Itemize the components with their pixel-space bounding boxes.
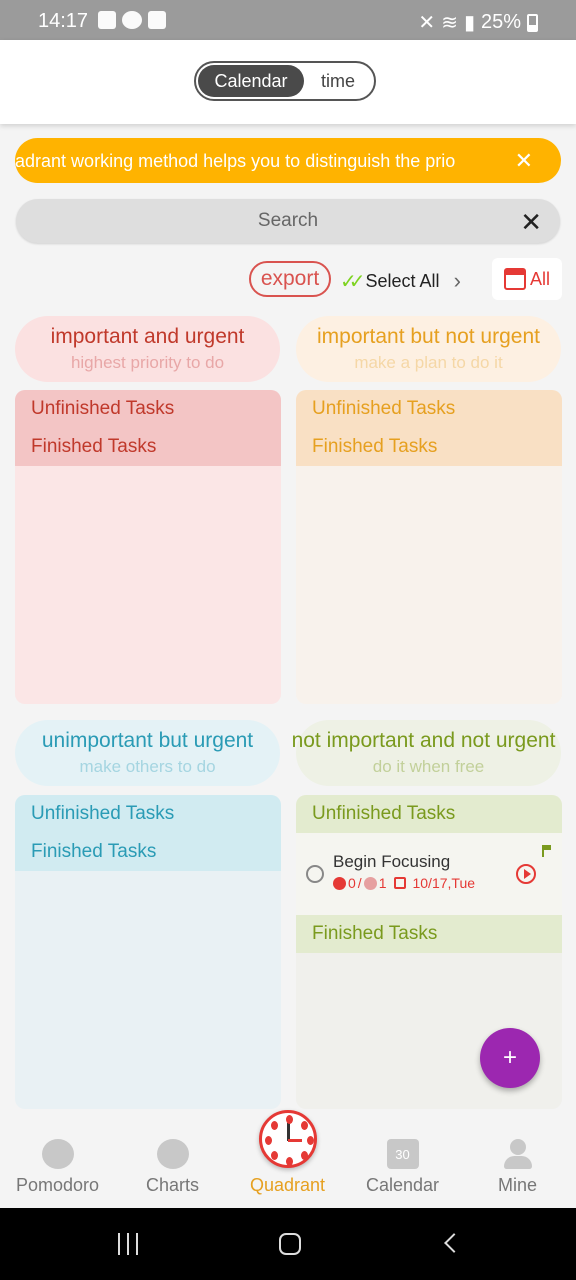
tab-calendar[interactable]: 30 Calendar	[345, 1109, 460, 1208]
quadrant-subtitle: highest priority to do	[70, 353, 225, 372]
double-check-icon: ✓✓	[340, 270, 365, 293]
quadrant-body-unimportant-urgent[interactable]: Unfinished Tasks Finished Tasks	[15, 795, 281, 1109]
quadrant-header-important-not-urgent: important but not urgent make a plan to …	[296, 316, 561, 382]
signal-icon: ▮	[463, 12, 475, 34]
notification-icons	[98, 11, 166, 29]
calendar-icon: 30	[386, 1139, 419, 1169]
date-filter-button[interactable]: All	[492, 258, 562, 300]
tomato-outline-icon	[363, 876, 377, 890]
mute-icon: ✕	[418, 12, 436, 34]
check-icon	[148, 11, 166, 29]
clock-icon[interactable]	[259, 1110, 317, 1168]
home-icon[interactable]	[279, 1233, 301, 1255]
date-filter-label: All	[529, 268, 550, 289]
tomato-icon	[41, 1139, 74, 1169]
tab-label: Calendar	[365, 1175, 440, 1195]
search-input[interactable]	[16, 199, 560, 243]
quadrant-header-important-urgent: important and urgent highest priority to…	[15, 316, 280, 382]
segment-time[interactable]: time	[304, 65, 372, 97]
chevron-right-icon: ›	[453, 268, 461, 293]
status-right: ✕ ≋ ▮ 25%	[418, 10, 538, 35]
select-all-button[interactable]: ✓✓ Select All ›	[340, 268, 461, 294]
person-icon	[502, 1139, 534, 1169]
app-header: Calendar time	[0, 40, 576, 124]
status-time: 14:17	[38, 10, 89, 32]
export-button[interactable]: export	[249, 261, 331, 297]
flag-icon	[542, 845, 552, 857]
clear-search-icon[interactable]: ✕	[520, 207, 542, 238]
unfinished-tasks-header[interactable]: Unfinished Tasks	[312, 795, 562, 833]
view-toggle: Calendar time	[194, 61, 376, 101]
recent-apps-icon[interactable]	[118, 1233, 138, 1255]
finished-tasks-header[interactable]: Finished Tasks	[31, 833, 281, 871]
task-name: Begin Focusing	[333, 852, 451, 871]
tab-label: Pomodoro	[15, 1175, 100, 1195]
task-date: 10/17,Tue	[412, 875, 476, 891]
system-navigation-bar	[0, 1208, 576, 1280]
select-all-label: Select All	[365, 270, 440, 291]
close-icon[interactable]: ✕	[515, 148, 533, 174]
unfinished-tasks-header[interactable]: Unfinished Tasks	[31, 795, 281, 833]
done-pomodoros: 0	[348, 875, 356, 891]
chart-icon	[156, 1139, 189, 1169]
tab-label: Charts	[145, 1175, 199, 1195]
quadrant-subtitle: make others to do	[79, 757, 216, 776]
quadrant-title: important and urgent	[50, 325, 245, 348]
quadrant-title: important but not urgent	[317, 325, 540, 348]
quadrant-title: unimportant but urgent	[41, 729, 254, 752]
quadrant-header-unimportant-urgent: unimportant but urgent make others to do	[15, 720, 280, 786]
search-bar: ✕	[16, 199, 560, 243]
tab-pomodoro[interactable]: Pomodoro	[0, 1109, 115, 1208]
banner-text: quadrant working method helps you to dis…	[15, 151, 456, 171]
gallery-icon	[98, 11, 116, 29]
tab-charts[interactable]: Charts	[115, 1109, 230, 1208]
finished-tasks-header[interactable]: Finished Tasks	[31, 428, 281, 466]
status-bar: 14:17 ✕ ≋ ▮ 25%	[0, 0, 576, 40]
cloud-icon	[122, 11, 142, 29]
finished-tasks-header[interactable]: Finished Tasks	[312, 915, 562, 953]
task-complete-radio[interactable]	[306, 865, 324, 883]
quadrant-subtitle: do it when free	[372, 757, 485, 776]
play-icon[interactable]	[516, 864, 536, 884]
tip-banner: quadrant working method helps you to dis…	[15, 138, 561, 183]
unfinished-tasks-header[interactable]: Unfinished Tasks	[312, 390, 562, 428]
calendar-icon	[503, 268, 526, 290]
back-icon[interactable]	[444, 1233, 464, 1253]
unfinished-tasks-header[interactable]: Unfinished Tasks	[31, 390, 281, 428]
task-meta: 0 / 1 10/17,Tue	[333, 875, 475, 891]
battery-level: 25%	[480, 11, 521, 33]
quadrant-body-important-urgent[interactable]: Unfinished Tasks Finished Tasks	[15, 390, 281, 704]
quadrant-body-important-not-urgent[interactable]: Unfinished Tasks Finished Tasks	[296, 390, 562, 704]
tab-mine[interactable]: Mine	[460, 1109, 575, 1208]
battery-icon	[527, 13, 538, 32]
quadrant-title: not important and not urgent	[291, 729, 556, 752]
tab-label: Mine	[497, 1175, 537, 1195]
tomato-icon	[333, 876, 346, 890]
tab-label: Quadrant	[249, 1175, 326, 1195]
task-item[interactable]: Begin Focusing 0 / 1 10/17,Tue	[296, 833, 562, 915]
finished-tasks-header[interactable]: Finished Tasks	[312, 428, 562, 466]
wifi-icon: ≋	[441, 12, 458, 34]
quadrant-subtitle: make a plan to do it	[354, 353, 503, 372]
quadrant-header-not-important-not-urgent: not important and not urgent do it when …	[292, 720, 561, 786]
total-pomodoros: 1	[378, 875, 387, 891]
add-task-button[interactable]: +	[480, 1028, 540, 1088]
segment-calendar[interactable]: Calendar	[198, 65, 304, 97]
calendar-icon	[394, 877, 407, 889]
